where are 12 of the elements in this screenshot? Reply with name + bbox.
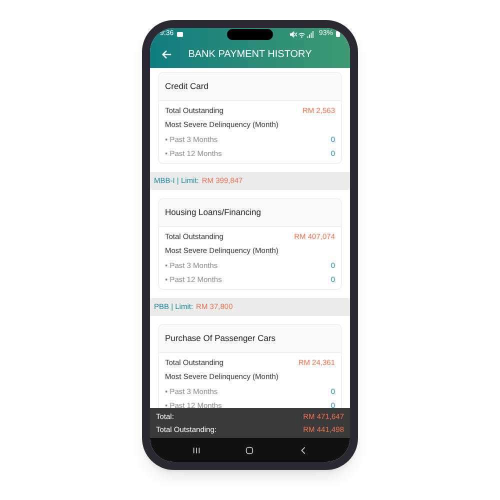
- gallery-icon: [176, 32, 183, 36]
- camera-cutout: [227, 29, 273, 40]
- battery-icon: [336, 31, 340, 37]
- card-title: Credit Card: [165, 80, 208, 93]
- back-button[interactable]: [160, 48, 172, 60]
- status-icons: [290, 30, 316, 38]
- card-title: Housing Loans/Financing: [165, 206, 261, 219]
- back-icon[interactable]: [298, 446, 308, 454]
- home-icon[interactable]: [245, 446, 254, 454]
- card-title: Purchase Of Passenger Cars: [165, 332, 276, 345]
- recent-apps-icon[interactable]: [192, 446, 202, 454]
- page-title: BANK PAYMENT HISTORY: [187, 48, 313, 62]
